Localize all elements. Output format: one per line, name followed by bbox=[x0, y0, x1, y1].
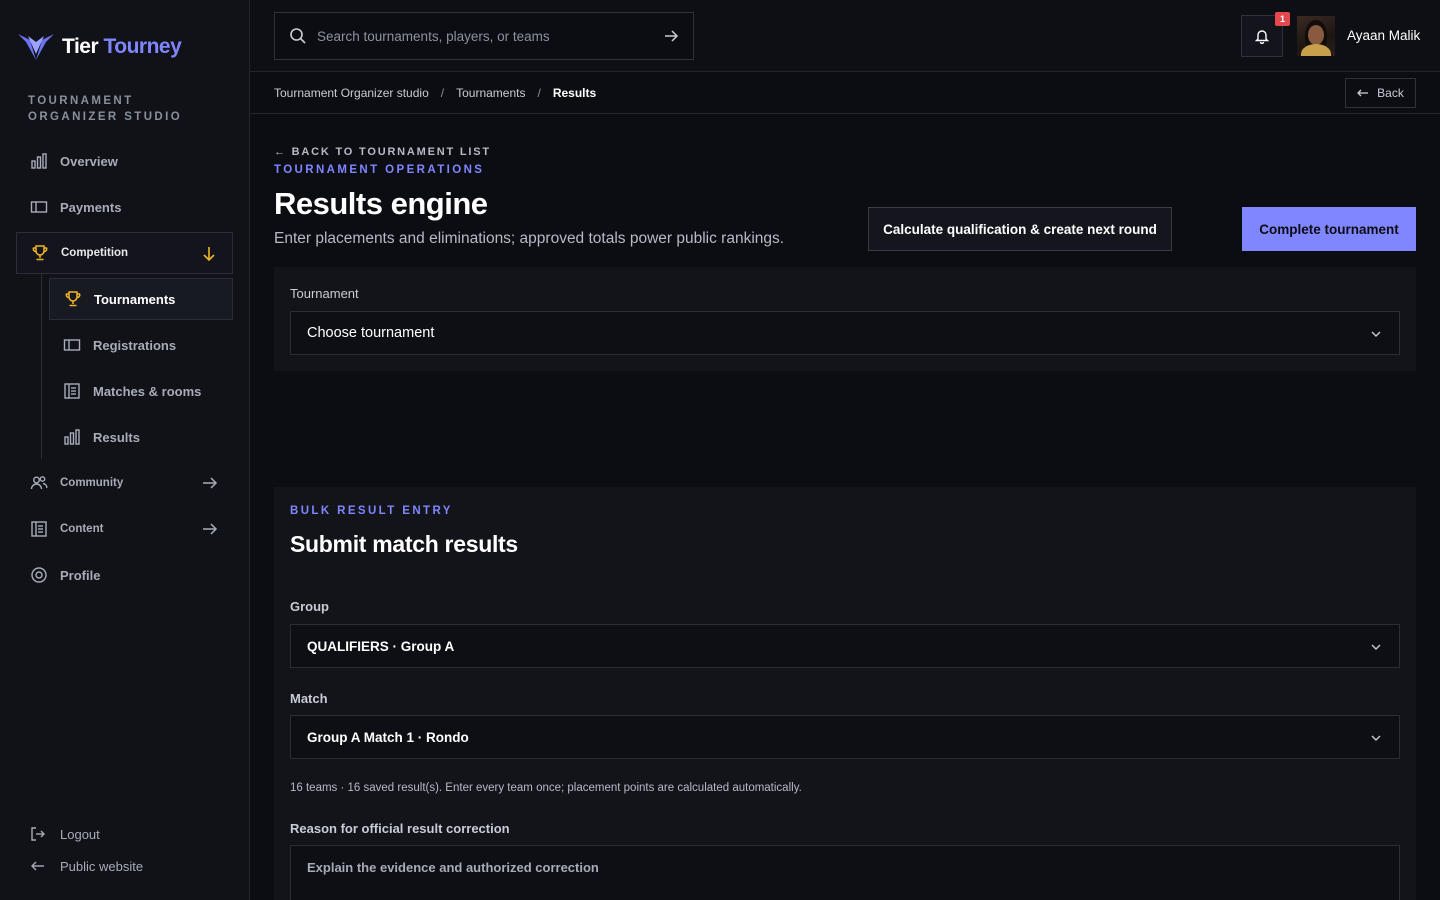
sidebar-subitem-label: Registrations bbox=[93, 337, 177, 353]
chevron-down-icon bbox=[1371, 735, 1381, 741]
studio-section-label: TOURNAMENT ORGANIZER STUDIO bbox=[28, 95, 183, 123]
sidebar-subitem-matches-rooms[interactable]: Matches & rooms bbox=[49, 370, 233, 412]
sidebar-subitem-results[interactable]: Results bbox=[49, 416, 233, 458]
sidebar-subitem-label: Tournaments bbox=[94, 291, 176, 307]
tournament-selector-card: Tournament Choose tournament bbox=[274, 267, 1416, 371]
submenu-guide-line bbox=[41, 274, 42, 459]
users-icon bbox=[30, 476, 48, 490]
back-button-label: Back bbox=[1377, 86, 1404, 100]
correction-reason-textarea[interactable] bbox=[307, 860, 1383, 900]
bulk-eyebrow: BULK RESULT ENTRY bbox=[290, 505, 453, 517]
arrow-right-icon bbox=[203, 523, 218, 535]
match-results-info: 16 teams · 16 saved result(s). Enter eve… bbox=[290, 782, 802, 794]
sidebar-item-label: Community bbox=[60, 477, 124, 489]
tier-tourney-logo-icon bbox=[18, 34, 54, 60]
breadcrumb-item-studio[interactable]: Tournament Organizer studio bbox=[274, 86, 429, 100]
breadcrumb-separator: / bbox=[537, 86, 541, 100]
user-name[interactable]: Ayaan Malik bbox=[1347, 28, 1420, 43]
bulk-title: Submit match results bbox=[290, 531, 518, 557]
settings-icon bbox=[31, 567, 47, 583]
match-select[interactable]: Group A Match 1 · Rondo bbox=[290, 715, 1400, 759]
brand-word-2: Tourney bbox=[103, 35, 182, 58]
sidebar-item-profile[interactable]: Profile bbox=[16, 554, 233, 596]
trophy-icon bbox=[65, 291, 81, 307]
back-to-tournament-list-link[interactable]: ← BACK TO TOURNAMENT LIST bbox=[274, 146, 491, 158]
notification-count-badge: 1 bbox=[1275, 12, 1290, 26]
group-field-label: Group bbox=[290, 599, 329, 614]
public-website-label: Public website bbox=[60, 858, 144, 874]
sidebar-subitem-registrations[interactable]: Registrations bbox=[49, 324, 233, 366]
tournament-field-label: Tournament bbox=[290, 286, 359, 301]
sidebar-item-label: Competition bbox=[61, 247, 129, 259]
sidebar-item-label: Overview bbox=[60, 153, 118, 169]
breadcrumb-item-tournaments[interactable]: Tournaments bbox=[456, 86, 525, 100]
sidebar-item-overview[interactable]: Overview bbox=[16, 140, 233, 182]
bar-chart-icon bbox=[64, 429, 80, 445]
sidebar-item-payments[interactable]: Payments bbox=[16, 186, 233, 228]
breadcrumb-item-results: Results bbox=[552, 86, 597, 100]
arrow-down-icon bbox=[203, 247, 215, 262]
tournament-select[interactable]: Choose tournament bbox=[290, 311, 1400, 355]
global-search bbox=[274, 12, 694, 60]
sidebar-subitem-label: Matches & rooms bbox=[93, 383, 202, 399]
back-button[interactable]: Back bbox=[1345, 78, 1416, 108]
search-submit-arrow-icon[interactable] bbox=[663, 28, 679, 44]
user-avatar[interactable] bbox=[1297, 16, 1335, 56]
brand-word-1: Tier bbox=[62, 35, 99, 58]
sidebar-item-content[interactable]: Content bbox=[16, 508, 233, 550]
topbar: 1 Ayaan Malik bbox=[250, 0, 1440, 72]
match-select-value: Group A Match 1 · Rondo bbox=[307, 729, 469, 745]
page-title: Results engine bbox=[274, 186, 488, 221]
page-eyebrow: TOURNAMENT OPERATIONS bbox=[274, 164, 485, 176]
brand-logo-link[interactable]: Tier Tourney bbox=[16, 30, 182, 64]
brand-name: Tier Tourney bbox=[62, 35, 182, 59]
chevron-down-icon bbox=[1371, 644, 1381, 650]
sidebar-item-label: Profile bbox=[60, 567, 101, 583]
correction-reason-box bbox=[290, 845, 1400, 900]
notifications-button[interactable]: 1 bbox=[1241, 12, 1290, 57]
group-select-value: QUALIFIERS · Group A bbox=[307, 638, 455, 654]
breadcrumb: Tournament Organizer studio / Tournament… bbox=[274, 86, 596, 100]
page-subtitle: Enter placements and eliminations; appro… bbox=[274, 230, 785, 247]
search-icon bbox=[290, 28, 306, 44]
bulk-result-entry-card: BULK RESULT ENTRY Submit match results G… bbox=[274, 487, 1416, 900]
bell-icon bbox=[1254, 30, 1270, 44]
breadcrumb-separator: / bbox=[440, 86, 445, 100]
sidebar-item-competition[interactable]: Competition bbox=[16, 232, 233, 274]
trophy-icon bbox=[32, 245, 48, 261]
sidebar-subitem-tournaments[interactable]: Tournaments bbox=[49, 278, 233, 320]
match-field-label: Match bbox=[290, 691, 328, 706]
sidebar-item-label: Content bbox=[60, 523, 104, 535]
arrow-left-icon bbox=[1357, 89, 1369, 97]
breadcrumb-bar: Tournament Organizer studio / Tournament… bbox=[250, 72, 1440, 114]
correction-reason-label: Reason for official result correction bbox=[290, 821, 510, 836]
document-icon bbox=[64, 383, 80, 399]
tournament-select-value: Choose tournament bbox=[307, 325, 435, 341]
chevron-down-icon bbox=[1371, 331, 1381, 337]
ticket-icon bbox=[63, 339, 81, 351]
bar-chart-icon bbox=[31, 153, 47, 169]
document-icon bbox=[31, 521, 47, 537]
logout-link[interactable]: Logout bbox=[30, 826, 100, 842]
calculate-qualification-button[interactable]: Calculate qualification & create next ro… bbox=[868, 207, 1172, 251]
logout-label: Logout bbox=[60, 826, 100, 842]
sidebar-item-label: Payments bbox=[60, 199, 122, 215]
sidebar-subitem-label: Results bbox=[93, 429, 140, 445]
arrow-left-icon bbox=[31, 861, 44, 871]
search-input[interactable] bbox=[317, 28, 663, 44]
group-select[interactable]: QUALIFIERS · Group A bbox=[290, 624, 1400, 668]
ticket-icon bbox=[30, 201, 48, 213]
public-website-link[interactable]: Public website bbox=[30, 858, 143, 874]
logout-icon bbox=[31, 827, 45, 841]
complete-tournament-button[interactable]: Complete tournament bbox=[1242, 207, 1416, 251]
arrow-right-icon bbox=[203, 477, 218, 489]
sidebar: Tier Tourney TOURNAMENT ORGANIZER STUDIO… bbox=[0, 0, 250, 900]
sidebar-item-community[interactable]: Community bbox=[16, 462, 233, 504]
